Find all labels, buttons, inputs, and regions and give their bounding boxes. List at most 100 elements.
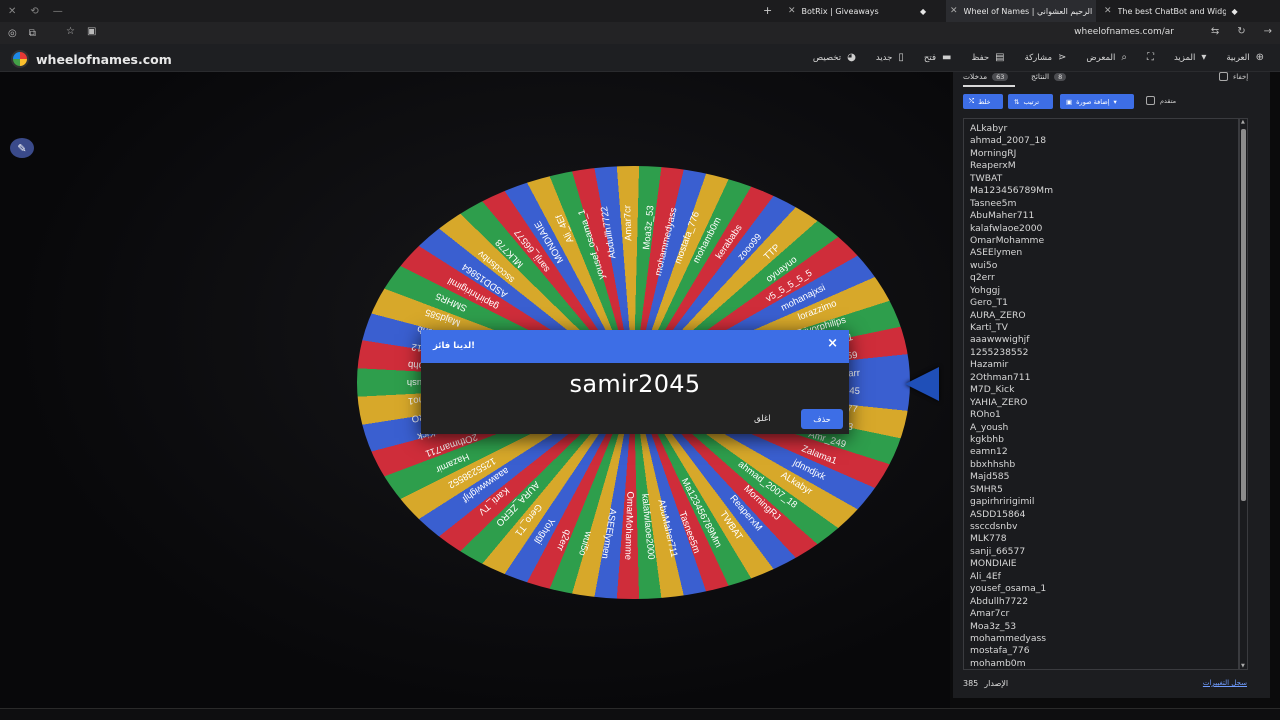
entry-item: MONDIAIE	[970, 558, 1017, 570]
translate-icon[interactable]: ⇆	[1211, 26, 1219, 37]
speaker-icon: ◆	[920, 6, 927, 16]
tab-title: BotRix | Giveaways	[801, 6, 879, 16]
tab-chatbot[interactable]: ✕ The best ChatBot and Widgets ◆	[1104, 0, 1254, 22]
forward-icon[interactable]: →	[1264, 26, 1272, 37]
close-icon[interactable]: ×	[827, 336, 838, 351]
nav-label: حفظ	[971, 52, 990, 63]
bookmark-star-icon[interactable]: ☆	[66, 26, 75, 37]
tab-label: مدخلات	[963, 72, 988, 81]
entries-toolbar: ⤭ خلط ⇅ ترتيب ▣ إضافة صورة ▾ متقدم	[963, 94, 1263, 110]
close-window-icon[interactable]: ✕	[8, 6, 16, 17]
add-image-button[interactable]: ▣ إضافة صورة ▾	[1060, 94, 1134, 109]
entry-item: SMHR5	[970, 483, 1003, 495]
shuffle-label: خلط	[978, 97, 991, 106]
edit-pencil-icon[interactable]: ✎	[10, 138, 34, 158]
url-field[interactable]: wheelofnames.com/ar	[1074, 27, 1174, 37]
main-nav: ⊕ العربية ▾ المزيد ⛶ ⌕ المعرض ⋖ مشاركة ▤ حفظ …	[813, 52, 1264, 63]
chevron-down-icon: ▾	[1113, 97, 1117, 106]
sort-button[interactable]: ⇅ ترتيب	[1008, 94, 1053, 109]
tab-botrix-icon: ◆	[920, 0, 926, 22]
new-file-icon: ▯	[898, 52, 904, 63]
site-header: wheelofnames.com ⊕ العربية ▾ المزيد ⛶ ⌕ الم…	[0, 44, 1280, 72]
address-bar: ◎ ⧉ ☆ ▣ wheelofnames.com/ar ⇆ ↻ →	[0, 22, 1280, 44]
panel-tabs: مدخلات 63 النتائج 8 إخفاء	[953, 72, 1270, 87]
entry-item: kgkbhb	[970, 433, 1004, 445]
wheel-logo-icon	[11, 50, 29, 68]
nav-new[interactable]: ▯ جديد	[876, 52, 904, 63]
site-logo[interactable]: wheelofnames.com	[11, 50, 172, 68]
nav-open[interactable]: ▬ فتح	[924, 52, 952, 63]
page-info-icon[interactable]: ⧉	[29, 28, 36, 39]
entries-list: ALkabyr ahmad_2007_18 MorningRJ ReaperxM TWB…	[964, 119, 1238, 669]
close-tab-icon[interactable]: ✕	[788, 6, 796, 16]
scroll-down-icon[interactable]: ▼	[1241, 663, 1245, 669]
entry-item: ReaperxM	[970, 160, 1016, 172]
version-number: 385	[963, 679, 979, 688]
tab-wheel-of-names[interactable]: ✕ Wheel of Names | عبدالرحيم العشواني	[946, 0, 1096, 22]
close-tab-icon[interactable]: ✕	[950, 6, 958, 16]
nav-label: مشاركة	[1024, 52, 1053, 63]
minimize-window-icon[interactable]: —	[53, 6, 63, 17]
nav-language[interactable]: ⊕ العربية	[1226, 52, 1264, 63]
entry-item: M7D_Kick	[970, 384, 1015, 396]
add-image-label: إضافة صورة	[1076, 97, 1110, 106]
entry-item: mohamb0m	[970, 657, 1026, 669]
entries-scrollbar[interactable]: ▲ ▼	[1239, 118, 1248, 670]
advanced-checkbox[interactable]	[1146, 96, 1155, 105]
nav-customize[interactable]: ◕ تخصيص	[813, 52, 856, 63]
entry-item: Moa3z_53	[970, 620, 1017, 632]
entry-item: mohammedyass	[970, 632, 1047, 644]
chevron-down-icon: ▾	[1201, 52, 1207, 63]
tab-results[interactable]: النتائج 8	[1031, 72, 1067, 81]
entry-item: wui5o	[970, 259, 998, 271]
nav-share[interactable]: ⋖ مشاركة	[1025, 52, 1067, 63]
entry-item: ahmad_2007_18	[970, 135, 1047, 147]
entry-item: MorningRJ	[970, 147, 1017, 159]
entry-item: ASEElymen	[970, 247, 1023, 259]
nav-gallery[interactable]: ⌕ المعرض	[1086, 52, 1127, 63]
palette-icon: ◕	[847, 52, 856, 63]
changelog-link[interactable]: سجل التغييرات	[1203, 679, 1247, 687]
tab-entries[interactable]: مدخلات 63	[963, 72, 1009, 81]
dialog-close-button[interactable]: اغلق	[754, 414, 771, 424]
tab-title: Wheel of Names | عبدالرحيم العشواني	[963, 6, 1092, 16]
entry-item: AURA_ZERO	[970, 309, 1026, 321]
entry-item: Ma123456789Mm	[970, 185, 1054, 197]
browser-tab-bar: ✕ ⟲ — + ✕ BotRix | Giveaways ◆ ✕ Wheel o…	[0, 0, 1280, 22]
nav-more[interactable]: ▾ المزيد	[1174, 52, 1206, 63]
entry-item: ALkabyr	[970, 123, 1008, 134]
tab-title: The best ChatBot and Widgets	[1117, 6, 1226, 16]
scroll-up-icon[interactable]: ▲	[1241, 119, 1245, 125]
winner-dialog: لدينا فائز! × samir2045 اغلق حذف	[421, 330, 849, 434]
results-count-badge: 8	[1054, 72, 1067, 81]
nav-fullscreen[interactable]: ⛶	[1147, 52, 1154, 63]
entry-item: Ali_4Ef	[970, 570, 1001, 582]
new-tab-icon[interactable]: +	[763, 4, 772, 17]
reader-icon[interactable]: ◎	[8, 28, 17, 39]
nav-label: المعرض	[1086, 52, 1116, 63]
reload-icon[interactable]: ↻	[1237, 26, 1245, 37]
remove-winner-button[interactable]: حذف	[801, 409, 843, 429]
entry-item: Karti_TV	[970, 322, 1008, 333]
globe-icon: ⊕	[1255, 52, 1264, 63]
shuffle-button[interactable]: ⤭ خلط	[963, 94, 1003, 109]
entry-item: MLK778	[970, 533, 1007, 545]
advanced-toggle[interactable]: متقدم	[1146, 96, 1176, 105]
entry-item: AbuMaher711	[970, 210, 1035, 222]
entries-textarea[interactable]: ALkabyr ahmad_2007_18 MorningRJ ReaperxM TWB…	[963, 118, 1239, 670]
entry-item: OmarMohamme	[970, 234, 1045, 246]
entry-item: Majd585	[970, 471, 1010, 483]
scrollbar-thumb[interactable]	[1241, 129, 1246, 501]
hide-toggle[interactable]: إخفاء	[1219, 72, 1248, 81]
entry-item: Tasnee5m	[970, 197, 1017, 209]
entry-item: 1255238552	[970, 346, 1029, 358]
restore-window-icon[interactable]: ⟲	[30, 6, 38, 17]
entry-item: aaawwwighjf	[970, 334, 1030, 346]
nav-save[interactable]: ▤ حفظ	[972, 52, 1005, 63]
advanced-label: متقدم	[1160, 96, 1177, 105]
extensions-icon[interactable]: ▣	[87, 26, 96, 37]
close-tab-icon[interactable]: ✕	[1104, 6, 1112, 16]
tab-botrix[interactable]: ✕ BotRix | Giveaways	[788, 0, 879, 22]
hide-checkbox[interactable]	[1219, 72, 1228, 81]
window-controls: ✕ ⟲ —	[0, 6, 63, 17]
